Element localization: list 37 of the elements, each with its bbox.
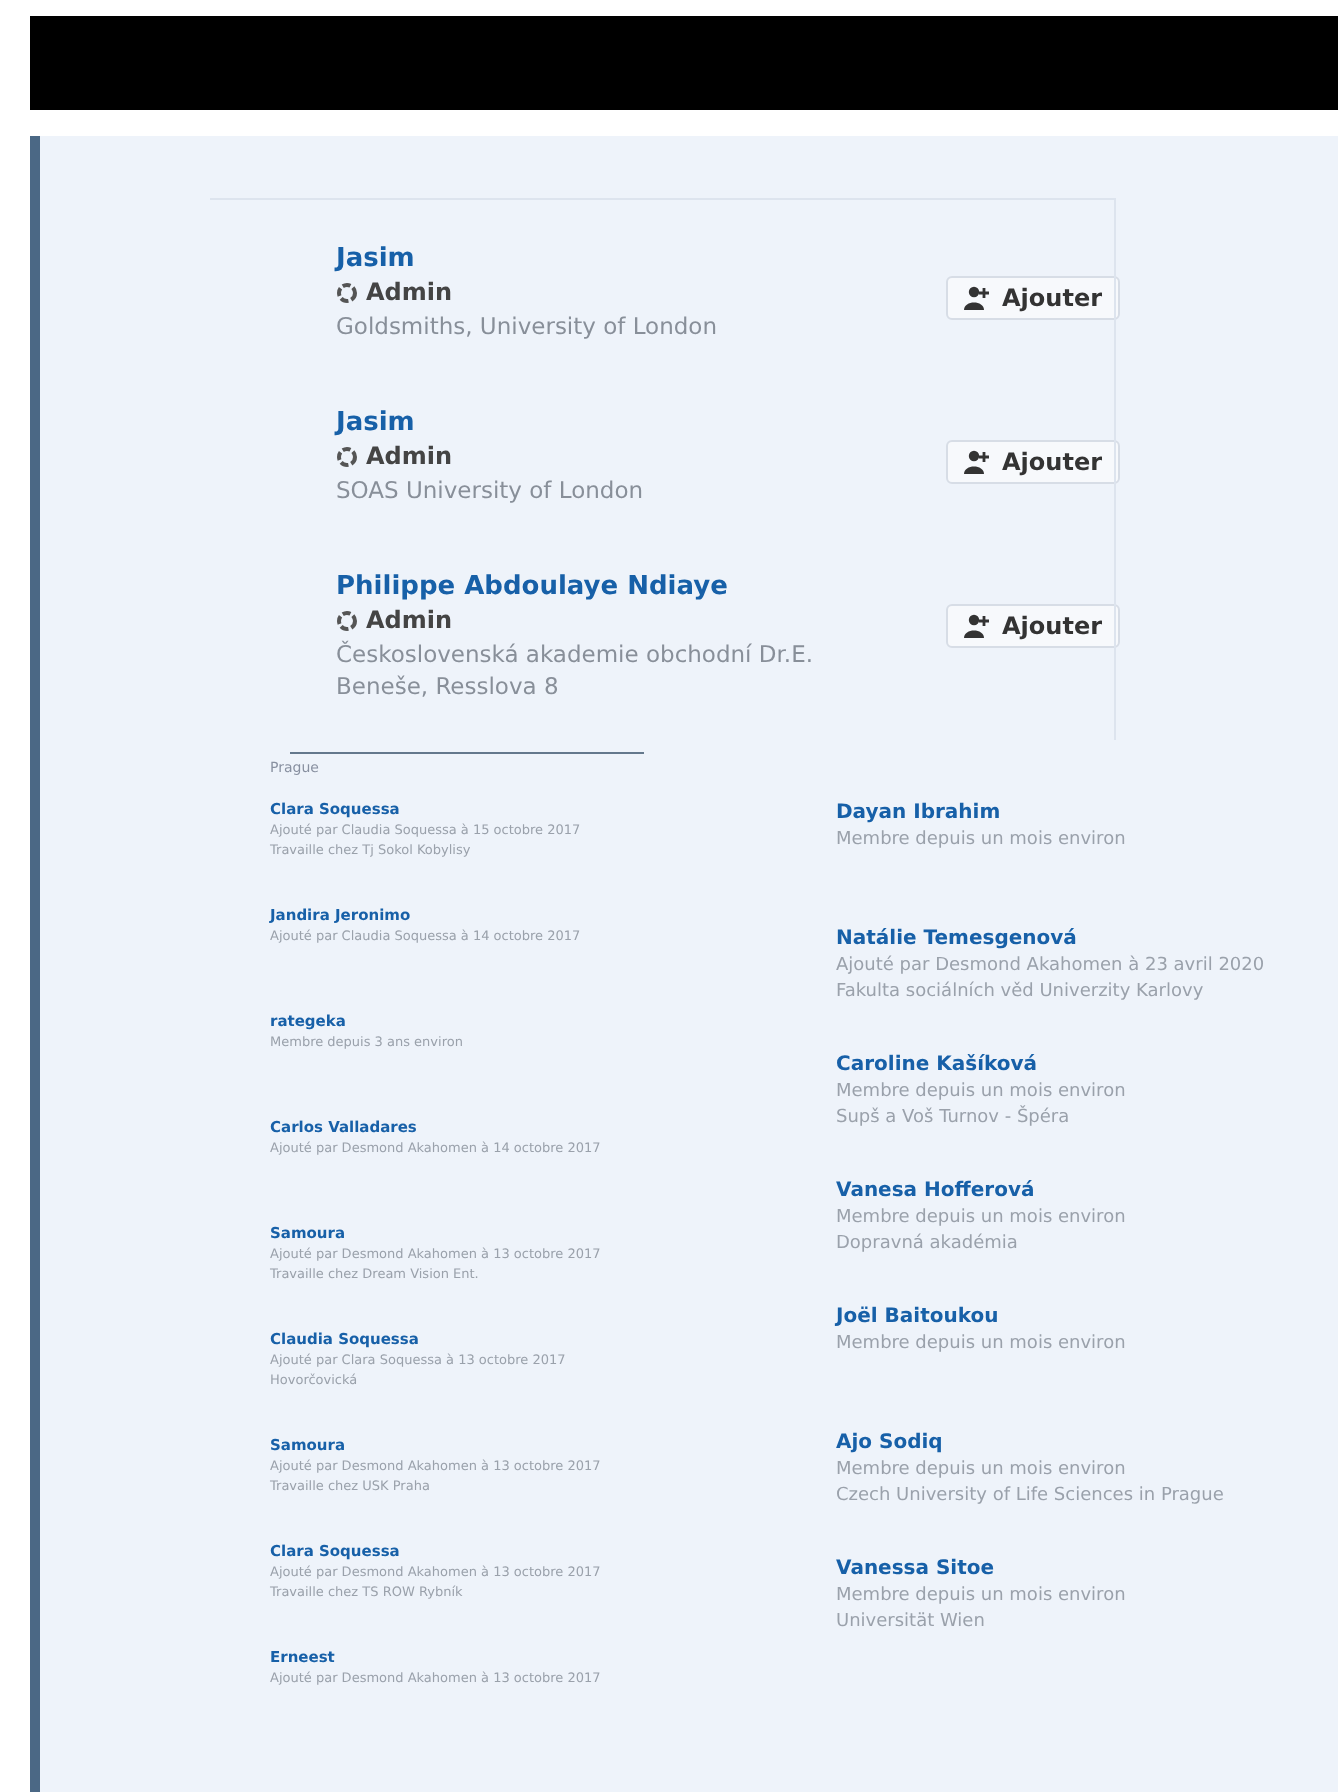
member-detail: Dopravná akadémia [836,1232,1020,1258]
member-detail: Membre depuis un mois environ [836,1080,1128,1105]
member-detail: Membre depuis un mois environ [836,1458,1128,1484]
member-detail: Membre depuis un mois environ [836,828,1128,854]
member-detail: Membre depuis un mois environ [836,1332,1128,1358]
member-name[interactable]: Joël Baitoukou [836,1304,1338,1332]
member-detail: Membre depuis un mois environ [836,1206,1128,1232]
role-label: Admin [366,278,453,306]
member-name[interactable]: Caroline Kašíková [836,1052,1338,1080]
member-name[interactable]: Vanesa Hofferová [836,1178,1338,1206]
organization: SOAS University of London [336,474,646,506]
add-user-icon [964,614,991,638]
member-detail: Membre depuis un mois environ [836,1584,1128,1610]
add-button[interactable]: Ajouter [946,604,1120,648]
add-button[interactable]: Ajouter [946,440,1120,484]
member-name[interactable]: Philippe Abdoulaye Ndiaye [336,572,896,602]
member-detail: Supš a Voš Turnov - Špéra [836,1106,1072,1132]
member-detail: Czech University of Life Sciences in Prague [836,1484,1226,1510]
member-detail: Universität Wien [836,1610,987,1636]
member-name[interactable]: Jasim [336,244,896,274]
add-user-icon [964,450,991,474]
organization: Československá akademie obchodní Dr.E. Beneše, Resslova 8 [336,638,816,702]
badge-icon [336,281,358,303]
role-label: Admin [366,442,453,470]
member-detail: Ajouté par Desmond Akahomen à 23 avril 2020 [836,954,1267,980]
member-name[interactable]: Jasim [336,408,896,438]
member-name[interactable]: Ajo Sodiq [836,1430,1338,1458]
member-detail: Fakulta sociálních věd Univerzity Karlovy [836,980,1206,1006]
badge-icon [336,445,358,467]
member-name[interactable]: Dayan Ibrahim [836,800,1338,828]
badge-icon [336,609,358,631]
add-user-icon [964,286,991,310]
member-name[interactable]: Natálie Temesgenová [836,926,1338,954]
role-label: Admin [366,606,453,634]
add-button[interactable]: Ajouter [946,276,1120,320]
member-name[interactable]: Vanessa Sitoe [836,1556,1338,1584]
organization: Goldsmiths, University of London [336,310,719,342]
